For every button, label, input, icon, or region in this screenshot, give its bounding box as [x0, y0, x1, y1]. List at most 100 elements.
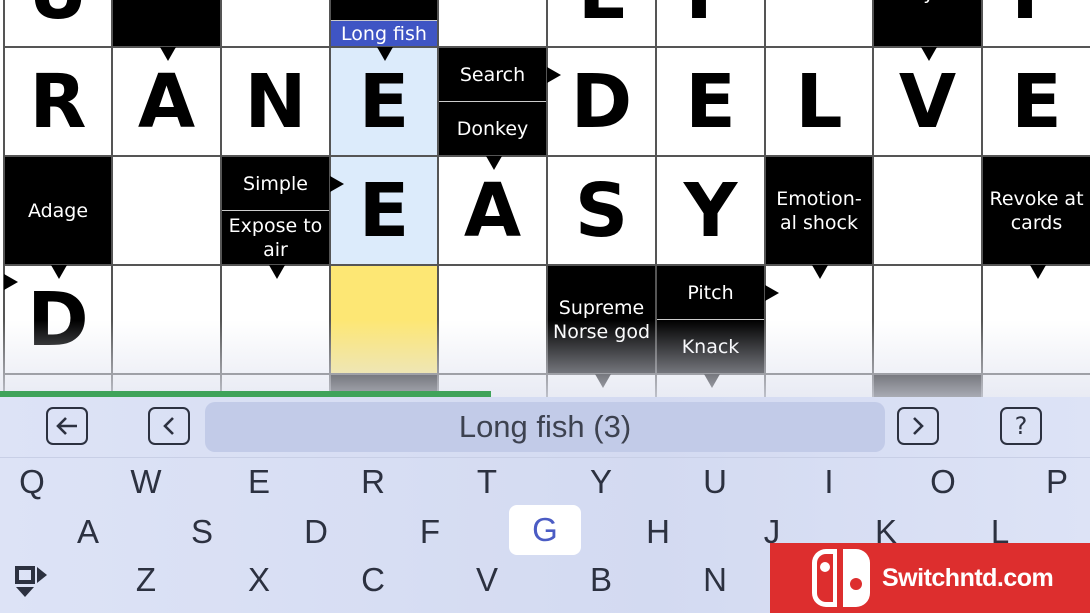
- crossword-grid: UheroinerespectLong fishLFway ofFRANESea…: [0, 0, 1090, 397]
- letter-cell[interactable]: F: [983, 0, 1090, 48]
- cell-letter: U: [28, 0, 88, 36]
- cell-letter: Y: [683, 167, 738, 254]
- letter-cell[interactable]: S: [548, 157, 657, 266]
- clue-text: Supreme Norse god: [552, 296, 651, 343]
- key-r[interactable]: R: [343, 463, 403, 501]
- letter-cell[interactable]: U: [5, 0, 113, 48]
- letter-cell[interactable]: E: [331, 157, 439, 266]
- help-label: ?: [1014, 412, 1028, 440]
- key-i[interactable]: I: [799, 463, 859, 501]
- keyboard-layout-icon[interactable]: [14, 565, 50, 599]
- clue-text: heroine: [113, 0, 220, 46]
- clue-cell[interactable]: Search Donkey: [439, 48, 548, 157]
- arrow-left-icon: [56, 417, 77, 435]
- clue-text: Long fish: [331, 20, 437, 46]
- key-h[interactable]: H: [628, 513, 688, 551]
- key-q[interactable]: Q: [2, 463, 62, 501]
- clue-cell[interactable]: Emotion-al shock: [766, 157, 874, 266]
- cell-letter: D: [27, 276, 89, 363]
- letter-cell[interactable]: E: [983, 48, 1090, 157]
- clue-cell[interactable]: heroine: [113, 0, 222, 48]
- current-clue[interactable]: Long fish (3): [205, 402, 885, 452]
- back-button[interactable]: [46, 407, 88, 445]
- key-x[interactable]: X: [229, 561, 289, 599]
- clue-cell[interactable]: Simple Expose to air: [222, 157, 331, 266]
- letter-cell[interactable]: V: [874, 48, 983, 157]
- block-cell: [874, 375, 983, 397]
- divider: [0, 457, 1090, 458]
- empty-cell[interactable]: [983, 375, 1090, 397]
- letter-cell[interactable]: E: [331, 48, 439, 157]
- clue-cell[interactable]: Adage: [5, 157, 113, 266]
- key-s[interactable]: S: [172, 513, 232, 551]
- key-n[interactable]: N: [685, 561, 745, 599]
- empty-cell[interactable]: [766, 266, 874, 375]
- key-z[interactable]: Z: [116, 561, 176, 599]
- letter-cell[interactable]: R: [5, 48, 113, 157]
- empty-cell[interactable]: [766, 375, 874, 397]
- arrow-right-icon: [765, 285, 779, 302]
- key-t[interactable]: T: [457, 463, 517, 501]
- arrow-down-icon: [703, 374, 720, 388]
- help-button[interactable]: ?: [1000, 407, 1042, 445]
- empty-cell[interactable]: [113, 266, 222, 375]
- active-cell[interactable]: [331, 266, 439, 375]
- key-v[interactable]: V: [457, 561, 517, 599]
- letter-cell[interactable]: L: [766, 48, 874, 157]
- cell-letter: E: [358, 167, 410, 254]
- empty-cell[interactable]: [874, 266, 983, 375]
- clue-cell[interactable]: Revoke at cards: [983, 157, 1090, 266]
- arrow-right-icon: [330, 176, 344, 193]
- empty-cell[interactable]: [222, 266, 331, 375]
- arrow-down-icon: [812, 265, 828, 279]
- letter-cell[interactable]: Y: [657, 157, 766, 266]
- cell-letter: E: [358, 58, 410, 145]
- key-b[interactable]: B: [571, 561, 631, 599]
- empty-cell[interactable]: [439, 266, 548, 375]
- letter-cell[interactable]: E: [657, 48, 766, 157]
- clue-text: way of: [874, 0, 981, 46]
- key-a[interactable]: A: [58, 513, 118, 551]
- cell-letter: E: [685, 58, 736, 145]
- key-u[interactable]: U: [685, 463, 745, 501]
- key-y[interactable]: Y: [571, 463, 631, 501]
- arrow-down-icon: [377, 47, 393, 61]
- letter-cell[interactable]: D: [548, 48, 657, 157]
- empty-cell[interactable]: [222, 0, 331, 48]
- progress-bar: [0, 391, 491, 397]
- cell-letter: S: [574, 167, 629, 254]
- previous-clue-button[interactable]: [148, 407, 190, 445]
- cell-letter: F: [685, 0, 736, 36]
- key-d[interactable]: D: [286, 513, 346, 551]
- letter-cell[interactable]: A: [113, 48, 222, 157]
- key-p[interactable]: P: [1027, 463, 1087, 501]
- key-e[interactable]: E: [229, 463, 289, 501]
- letter-cell[interactable]: F: [657, 0, 766, 48]
- key-c[interactable]: C: [343, 561, 403, 599]
- empty-cell[interactable]: [983, 266, 1090, 375]
- key-g[interactable]: G: [509, 505, 581, 555]
- cell-letter: V: [898, 58, 957, 145]
- key-f[interactable]: F: [400, 513, 460, 551]
- empty-cell[interactable]: [766, 0, 874, 48]
- watermark-logo: Switchntd.com: [770, 543, 1090, 613]
- letter-cell[interactable]: L: [548, 0, 657, 48]
- key-w[interactable]: W: [116, 463, 176, 501]
- empty-cell[interactable]: [439, 0, 548, 48]
- cell-letter: A: [137, 58, 196, 145]
- cell-letter: R: [29, 58, 87, 145]
- clue-cell[interactable]: Supreme Norse god: [548, 266, 657, 375]
- clue-cell[interactable]: respectLong fish: [331, 0, 439, 48]
- letter-cell[interactable]: N: [222, 48, 331, 157]
- cell-letter: L: [795, 58, 843, 145]
- key-o[interactable]: O: [913, 463, 973, 501]
- empty-cell[interactable]: [874, 157, 983, 266]
- next-clue-button[interactable]: [897, 407, 939, 445]
- letter-cell[interactable]: D: [5, 266, 113, 375]
- empty-cell[interactable]: [113, 157, 222, 266]
- clue-cell[interactable]: way of: [874, 0, 983, 48]
- letter-cell[interactable]: A: [439, 157, 548, 266]
- chevron-left-icon: [163, 417, 174, 435]
- clue-cell[interactable]: Pitch Knack: [657, 266, 766, 375]
- clue-text: Simple: [243, 172, 308, 195]
